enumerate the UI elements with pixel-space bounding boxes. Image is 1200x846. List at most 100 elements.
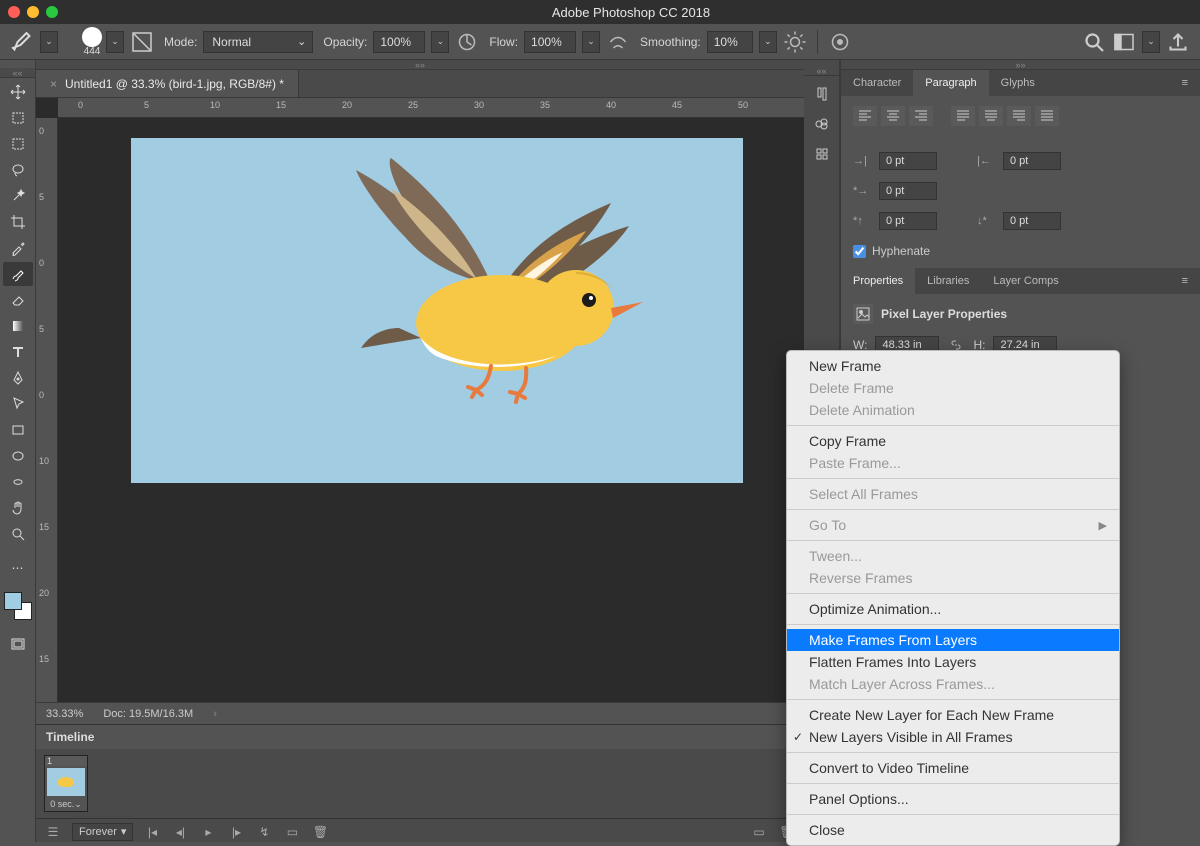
smoothing-options-icon[interactable] xyxy=(783,30,807,54)
indent-right-input[interactable]: 0 pt xyxy=(1003,152,1061,170)
first-line-indent-input[interactable]: 0 pt xyxy=(879,182,937,200)
menu-item[interactable]: Panel Options... xyxy=(787,788,1119,810)
panels-collapse-arrows[interactable]: «« xyxy=(804,66,839,76)
magic-wand-tool[interactable] xyxy=(3,184,33,208)
search-icon[interactable] xyxy=(1082,30,1106,54)
hyphenate-checkbox[interactable]: Hyphenate xyxy=(853,244,1188,258)
maximize-window-button[interactable] xyxy=(46,6,58,18)
timeline-flyout-menu[interactable]: New FrameDelete FrameDelete AnimationCop… xyxy=(786,350,1120,846)
pressure-opacity-icon[interactable] xyxy=(455,30,479,54)
justify-right-button[interactable] xyxy=(1007,106,1031,126)
canvas-area[interactable]: 05101520253035404550 0505010152015 xyxy=(36,98,804,702)
convert-timeline-icon[interactable]: ▭ xyxy=(750,823,768,841)
menu-item[interactable]: New Frame xyxy=(787,355,1119,377)
menu-item[interactable]: Make Frames From Layers xyxy=(787,629,1119,651)
indent-left-input[interactable]: 0 pt xyxy=(879,152,937,170)
properties-panel-menu-icon[interactable]: ≡ xyxy=(1170,268,1200,294)
menu-item[interactable]: Create New Layer for Each New Frame xyxy=(787,704,1119,726)
menu-item[interactable]: Optimize Animation... xyxy=(787,598,1119,620)
zoom-level[interactable]: 33.33% xyxy=(46,708,83,720)
path-select-tool[interactable] xyxy=(3,392,33,416)
workspace-dropdown[interactable]: ⌄ xyxy=(1142,31,1160,53)
rectangle-tool[interactable] xyxy=(3,418,33,442)
smoothing-slider-toggle[interactable]: ⌄ xyxy=(759,31,777,53)
crop-tool[interactable] xyxy=(3,210,33,234)
doc-size[interactable]: Doc: 19.5M/16.3M xyxy=(103,708,193,720)
pen-tool[interactable] xyxy=(3,366,33,390)
eyedropper-tool[interactable] xyxy=(3,236,33,260)
ellipse-tool[interactable] xyxy=(3,444,33,468)
brush-tool-icon[interactable] xyxy=(10,30,34,54)
panels-collapse-arrows-right[interactable]: »» xyxy=(841,60,1200,70)
foreground-color-swatch[interactable] xyxy=(4,592,22,610)
move-tool[interactable] xyxy=(3,80,33,104)
panel-collapse-arrows[interactable]: »» xyxy=(36,60,804,70)
tween-icon[interactable]: ↯ xyxy=(255,823,273,841)
panel-menu-icon[interactable]: ≡ xyxy=(1170,70,1200,96)
menu-item[interactable]: Convert to Video Timeline xyxy=(787,757,1119,779)
justify-left-button[interactable] xyxy=(951,106,975,126)
tab-properties[interactable]: Properties xyxy=(841,268,915,294)
zoom-tool[interactable] xyxy=(3,522,33,546)
status-more-icon[interactable]: › xyxy=(213,708,217,720)
opacity-input[interactable]: 100% xyxy=(373,31,425,53)
symmetry-icon[interactable] xyxy=(828,30,852,54)
brush-tool[interactable] xyxy=(3,262,33,286)
quick-mask-icon[interactable] xyxy=(3,632,33,656)
space-before-input[interactable]: 0 pt xyxy=(879,212,937,230)
lasso-tool[interactable] xyxy=(3,158,33,182)
smoothing-input[interactable]: 10% xyxy=(707,31,753,53)
swatches-panel-icon[interactable] xyxy=(807,112,837,136)
color-swatches[interactable] xyxy=(4,592,32,620)
tab-character[interactable]: Character xyxy=(841,70,913,96)
delete-frame-icon[interactable]: 🗑 xyxy=(311,823,329,841)
brush-settings-icon[interactable] xyxy=(130,30,154,54)
patterns-panel-icon[interactable] xyxy=(807,142,837,166)
tab-libraries[interactable]: Libraries xyxy=(915,268,981,294)
tools-collapse-icon[interactable]: «« xyxy=(0,68,35,78)
type-tool[interactable] xyxy=(3,340,33,364)
timeline-menu-icon[interactable]: ☰ xyxy=(44,823,62,841)
custom-shape-tool[interactable] xyxy=(3,470,33,494)
tab-paragraph[interactable]: Paragraph xyxy=(913,70,988,96)
airbrush-icon[interactable] xyxy=(606,30,630,54)
marquee-tool[interactable] xyxy=(3,132,33,156)
first-frame-icon[interactable]: |◂ xyxy=(143,823,161,841)
frame-1[interactable]: 1 0 sec.⌄ xyxy=(44,755,88,812)
new-frame-icon[interactable]: ▭ xyxy=(283,823,301,841)
tool-preset-picker[interactable]: ⌄ xyxy=(40,31,58,53)
flow-input[interactable]: 100% xyxy=(524,31,576,53)
flow-slider-toggle[interactable]: ⌄ xyxy=(582,31,600,53)
brush-preset-picker[interactable]: ⌄ xyxy=(106,31,124,53)
brush-preview[interactable]: 444 xyxy=(82,27,102,57)
align-right-button[interactable] xyxy=(909,106,933,126)
edit-toolbar-icon[interactable]: ⋯ xyxy=(3,556,33,580)
tab-layer-comps[interactable]: Layer Comps xyxy=(981,268,1070,294)
minimize-window-button[interactable] xyxy=(27,6,39,18)
artboard-tool[interactable] xyxy=(3,106,33,130)
frame-duration[interactable]: 0 sec.⌄ xyxy=(45,798,87,811)
menu-item[interactable]: ✓New Layers Visible in All Frames xyxy=(787,726,1119,748)
workspace-switcher-icon[interactable] xyxy=(1112,30,1136,54)
document-tab[interactable]: ×Untitled1 @ 33.3% (bird-1.jpg, RGB/8#) … xyxy=(36,70,299,97)
menu-item[interactable]: Close xyxy=(787,819,1119,841)
space-after-input[interactable]: 0 pt xyxy=(1003,212,1061,230)
next-frame-icon[interactable]: |▸ xyxy=(227,823,245,841)
opacity-slider-toggle[interactable]: ⌄ xyxy=(431,31,449,53)
eraser-tool[interactable] xyxy=(3,288,33,312)
justify-all-button[interactable] xyxy=(1035,106,1059,126)
hand-tool[interactable] xyxy=(3,496,33,520)
tab-glyphs[interactable]: Glyphs xyxy=(989,70,1047,96)
prev-frame-icon[interactable]: ◂| xyxy=(171,823,189,841)
blend-mode-select[interactable]: Normal xyxy=(203,31,313,53)
close-window-button[interactable] xyxy=(8,6,20,18)
play-icon[interactable]: ▸ xyxy=(199,823,217,841)
loop-select[interactable]: Forever ▾ xyxy=(72,823,133,841)
share-icon[interactable] xyxy=(1166,30,1190,54)
brushes-panel-icon[interactable] xyxy=(807,82,837,106)
menu-item[interactable]: Flatten Frames Into Layers xyxy=(787,651,1119,673)
menu-item[interactable]: Copy Frame xyxy=(787,430,1119,452)
gradient-tool[interactable] xyxy=(3,314,33,338)
align-left-button[interactable] xyxy=(853,106,877,126)
justify-center-button[interactable] xyxy=(979,106,1003,126)
